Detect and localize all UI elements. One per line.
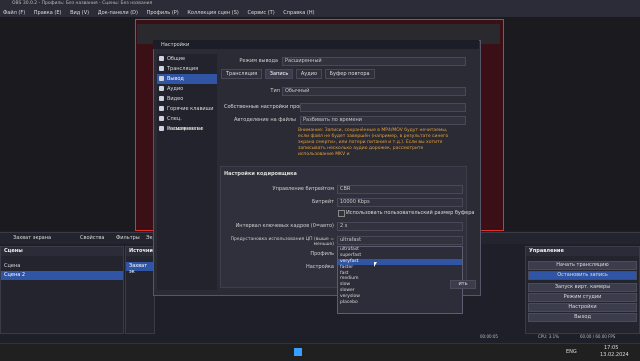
nav-output[interactable]: Вывод <box>157 74 217 84</box>
source-name: Захват экрана <box>13 235 52 241</box>
settings-sidebar: Общие Трансляция Вывод Аудио Видео Горяч… <box>157 54 217 290</box>
taskbar: ENG 17:05 13.02.2024 <box>0 343 640 361</box>
rate-control-select[interactable]: CBR <box>337 185 463 194</box>
nav-hotkeys[interactable]: Горячие клавиши <box>157 104 217 114</box>
menu-help[interactable]: Справка (H) <box>283 10 314 16</box>
settings-button[interactable]: Настройки <box>528 303 637 312</box>
scenes-dock: Сцены Сцена Сцена 2 <box>0 246 124 334</box>
output-mode-select[interactable]: Расширенный <box>282 57 466 66</box>
output-icon <box>159 76 164 81</box>
properties-button[interactable]: Свойства <box>80 235 104 241</box>
wrench-icon <box>159 126 164 131</box>
app-title: OBS 30.0.2 - Профиль: Без названия - Сце… <box>12 1 153 6</box>
start-streaming-button[interactable]: Начать трансляцию <box>528 261 637 270</box>
studio-mode-button[interactable]: Режим студии <box>528 293 637 302</box>
sources-title: Источни <box>126 247 154 256</box>
nav-accessibility[interactable]: Спец. возможности <box>157 114 217 132</box>
taskbar-language: ENG <box>566 349 577 355</box>
windows-start-icon[interactable] <box>294 348 302 356</box>
scene-item[interactable]: Сцена <box>1 262 123 271</box>
scenes-title: Сцены <box>1 247 123 256</box>
menu-tools[interactable]: Сервис (T) <box>247 10 274 16</box>
settings-title: Настройки <box>161 42 190 48</box>
preset-select[interactable]: ultrafast <box>337 236 463 245</box>
controls-title: Управление <box>526 247 639 256</box>
bitrate-label: Битрейт <box>311 199 334 205</box>
bitrate-input[interactable]: 10000 Kbps <box>337 198 463 207</box>
mouse-cursor-icon <box>374 262 377 267</box>
preset-option[interactable]: placebo <box>338 300 462 306</box>
nav-advanced[interactable]: Расширенные <box>157 124 217 134</box>
accessibility-icon <box>159 116 164 121</box>
status-fps: 60.00 / 60.00 FPS <box>580 334 616 339</box>
nav-video[interactable]: Видео <box>157 94 217 104</box>
apply-button[interactable]: ить <box>450 280 476 289</box>
keyboard-icon <box>159 106 164 111</box>
menu-docks[interactable]: Док-панели (D) <box>98 10 138 16</box>
tune-label: Настройка <box>305 264 334 270</box>
broadcast-icon <box>159 66 164 71</box>
auto-split-select[interactable]: Разбивать по времени <box>300 116 466 125</box>
menu-bar: Файл (F) Правка (E) Вид (V) Док-панели (… <box>0 9 640 17</box>
rate-control-label: Управление битрейтом <box>272 186 334 192</box>
speaker-icon <box>159 86 164 91</box>
preset-dropdown: ultrafast superfast veryfast faster fast… <box>337 246 463 314</box>
custom-buffer-label: Использовать пользовательский размер буф… <box>346 210 475 216</box>
keyframe-input[interactable]: 2 s <box>337 222 463 231</box>
scene-item[interactable]: Сцена 2 <box>1 271 123 280</box>
type-label: Тип <box>270 88 280 94</box>
nav-audio[interactable]: Аудио <box>157 84 217 94</box>
monitor-icon <box>159 96 164 101</box>
taskbar-date: 13.02.2024 <box>600 352 629 358</box>
nav-general[interactable]: Общие <box>157 54 217 64</box>
tab-streaming[interactable]: Трансляция <box>221 69 263 79</box>
output-tabs: Трансляция Запись Аудио Буфер повтора <box>221 69 376 79</box>
taskbar-time: 17:05 <box>604 345 619 351</box>
preset-label: Предустановка использования ЦП (выше = м… <box>230 237 334 247</box>
menu-edit[interactable]: Правка (E) <box>34 10 62 16</box>
gear-icon <box>159 56 164 61</box>
settings-title-bar: Настройки <box>153 40 479 49</box>
status-bar: 00:00:05 CPU: 3.1% 60.00 / 60.00 FPS <box>480 334 640 342</box>
menu-scene-collection[interactable]: Коллекция сцен (S) <box>187 10 239 16</box>
mp4-warning: Внимание: Записи, сохранённые в MP4/MOV … <box>298 128 449 157</box>
tab-recording[interactable]: Запись <box>264 69 294 79</box>
status-time: 00:00:05 <box>480 334 498 339</box>
exit-button[interactable]: Выход <box>528 313 637 322</box>
virtual-camera-button[interactable]: Запуск вирт. камеры <box>528 283 637 292</box>
custom-muxer-field[interactable] <box>300 103 466 112</box>
filters-button[interactable]: Фильтры <box>116 235 140 241</box>
tab-audio[interactable]: Аудио <box>295 69 323 79</box>
tab-replay-buffer[interactable]: Буфер повтора <box>324 69 375 79</box>
source-item[interactable]: Захват эк <box>126 262 154 275</box>
menu-profile[interactable]: Профиль (P) <box>147 10 179 16</box>
encoder-section-title: Настройки кодировщика <box>224 171 297 177</box>
output-mode-label: Режим вывода <box>239 58 278 64</box>
profile-label: Профиль <box>310 251 334 257</box>
auto-split-label: Автоделение на файлы <box>234 117 296 123</box>
title-bar: OBS 30.0.2 - Профиль: Без названия - Сце… <box>0 0 640 9</box>
nav-stream[interactable]: Трансляция <box>157 64 217 74</box>
keyframe-label: Интервал ключевых кадров (0=авто) <box>235 223 334 229</box>
menu-file[interactable]: Файл (F) <box>3 10 25 16</box>
menu-view[interactable]: Вид (V) <box>70 10 89 16</box>
stop-recording-button[interactable]: Остановить запись <box>528 271 637 280</box>
custom-buffer-checkbox[interactable] <box>338 210 345 217</box>
type-select[interactable]: Обычный <box>282 87 466 96</box>
controls-dock: Управление Начать трансляцию Остановить … <box>525 246 640 334</box>
status-cpu: CPU: 3.1% <box>538 334 559 339</box>
sources-dock: Источни Захват эк <box>125 246 155 334</box>
